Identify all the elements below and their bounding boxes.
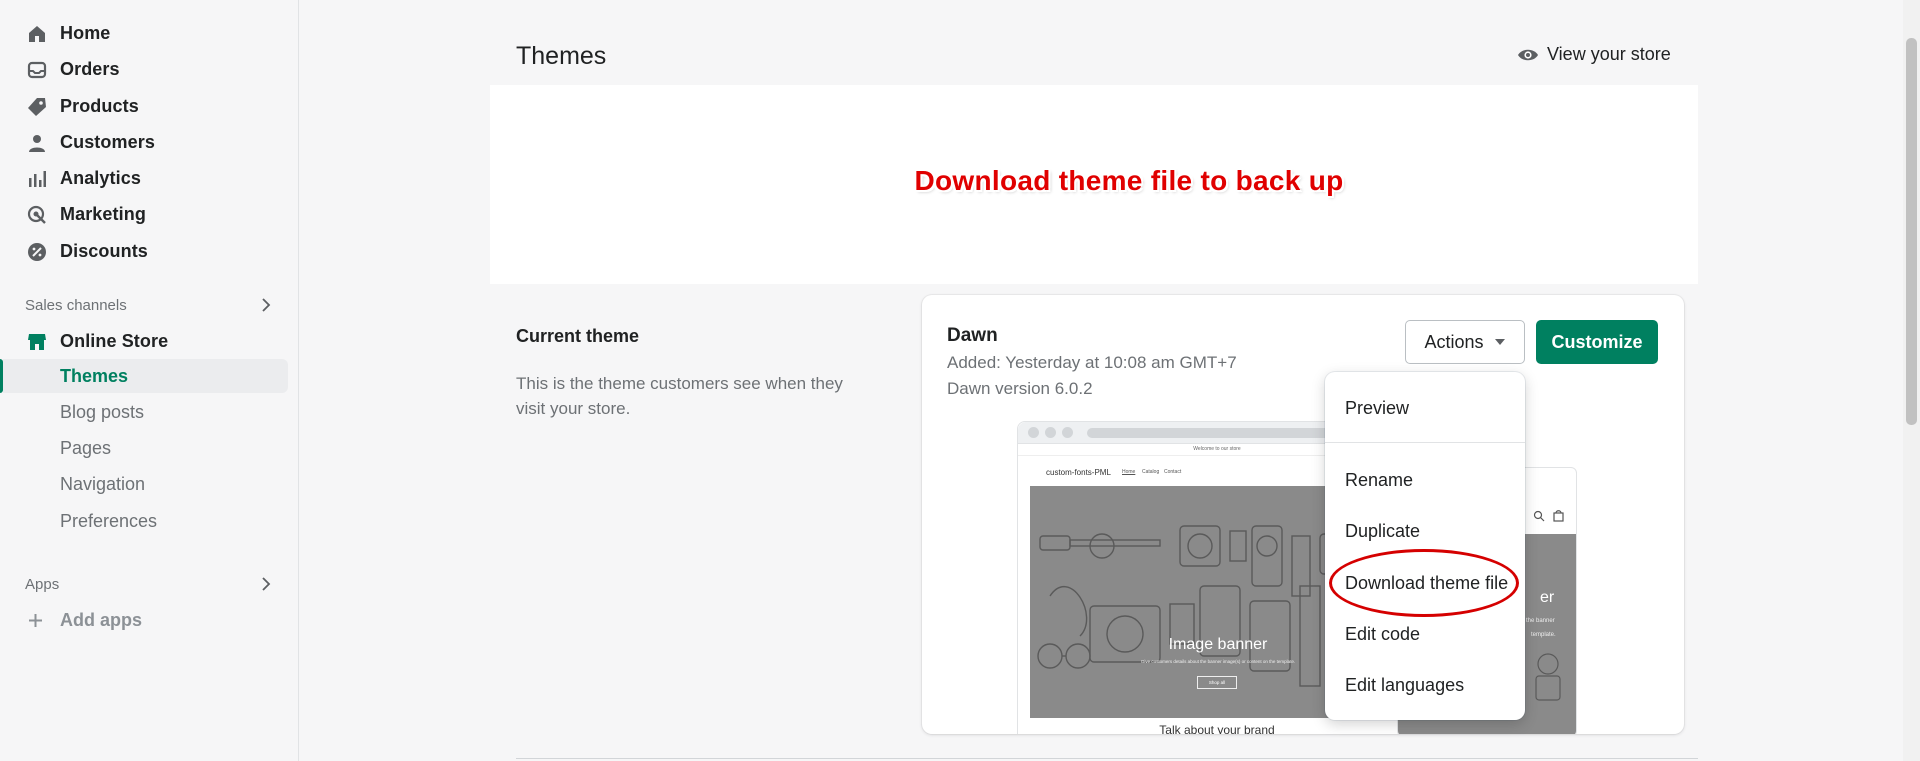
current-theme-description: This is the theme customers see when the… [516, 374, 843, 418]
sidebar-item-label: Preferences [60, 510, 158, 531]
sidebar-item-orders[interactable]: Orders [0, 52, 290, 86]
actions-label: Actions [1424, 331, 1484, 352]
theme-name: Dawn [947, 325, 998, 346]
sidebar-item-analytics[interactable]: Analytics [0, 161, 290, 195]
sidebar-item-themes[interactable]: Themes [3, 359, 288, 393]
sidebar-item-label: Online Store [60, 330, 169, 351]
mobile-banner-sub2: template. [1531, 632, 1556, 638]
person-icon [29, 135, 45, 152]
actions-button[interactable]: Actions [1405, 320, 1525, 364]
sidebar-item-pages[interactable]: Pages [0, 431, 290, 465]
current-theme-title: Current theme [516, 326, 640, 346]
sidebar-item-label: Analytics [60, 167, 141, 188]
cart-icon [1553, 510, 1564, 522]
preview-shop-all-button: Shop all [1197, 676, 1237, 689]
sidebar-item-preferences[interactable]: Preferences [0, 504, 290, 538]
sidebar-item-blog-posts[interactable]: Blog posts [0, 395, 290, 429]
sidebar-item-label: Add apps [60, 609, 143, 630]
sidebar-item-add-apps[interactable]: Add apps [0, 603, 290, 637]
sidebar-item-navigation[interactable]: Navigation [0, 467, 290, 501]
sidebar-item-label: Orders [60, 58, 120, 79]
view-store-link[interactable]: View your store [1517, 44, 1671, 65]
tag-icon [28, 98, 46, 116]
actions-menu: Preview Rename Duplicate Download theme … [1325, 372, 1525, 720]
sidebar-item-label: Navigation [60, 473, 146, 494]
caret-down-icon [1494, 339, 1505, 345]
menu-item-preview[interactable]: Preview [1345, 398, 1409, 419]
sidebar-item-label: Discounts [60, 240, 148, 261]
sidebar-item-products[interactable]: Products [0, 89, 290, 123]
theme-version: Dawn version 6.0.2 [947, 379, 1093, 398]
mobile-banner-sub: the banner [1526, 618, 1555, 624]
sidebar: Home Orders Products Customers Analytics… [0, 0, 299, 761]
preview-store-name: custom-fonts-PML [1046, 468, 1111, 477]
menu-item-edit-code[interactable]: Edit code [1345, 624, 1420, 645]
search-icon [1533, 510, 1545, 522]
view-store-label: View your store [1547, 44, 1671, 64]
sidebar-item-online-store[interactable]: Online Store [0, 324, 290, 358]
preview-brand-text: Talk about your brand [1159, 723, 1275, 734]
menu-item-duplicate[interactable]: Duplicate [1345, 521, 1420, 542]
sidebar-item-home[interactable]: Home [0, 16, 290, 50]
customize-button[interactable]: Customize [1536, 320, 1658, 364]
sidebar-item-label: Blog posts [60, 401, 145, 422]
sidebar-item-customers[interactable]: Customers [0, 125, 290, 159]
window-dot [1028, 427, 1039, 438]
page-title: Themes [516, 42, 607, 70]
mobile-illustration [1535, 653, 1561, 701]
preview-nav-link: Home [1122, 469, 1136, 475]
sidebar-item-label: Products [60, 95, 139, 116]
divider [516, 758, 1698, 759]
apps-label: Apps [25, 576, 60, 593]
sidebar-item-label: Pages [60, 437, 112, 458]
bar-chart-icon [29, 171, 46, 187]
home-icon [29, 26, 45, 42]
store-icon [28, 334, 46, 350]
menu-item-rename[interactable]: Rename [1345, 470, 1413, 491]
chevron-right-icon[interactable] [259, 577, 273, 591]
chevron-right-icon[interactable] [259, 298, 273, 312]
menu-item-edit-languages[interactable]: Edit languages [1345, 675, 1464, 696]
mobile-banner-title: er [1540, 589, 1555, 606]
sidebar-item-discounts[interactable]: Discounts [0, 234, 290, 268]
window-dot [1062, 427, 1073, 438]
annotation-text: Download theme file to back up [914, 165, 1344, 196]
target-icon [27, 205, 46, 224]
window-dot [1045, 427, 1056, 438]
sidebar-item-label: Marketing [60, 203, 146, 224]
plus-icon [29, 614, 42, 627]
eye-icon [1518, 49, 1538, 60]
discount-icon [28, 243, 46, 261]
preview-nav-link: Contact [1164, 469, 1182, 475]
sidebar-item-label: Home [60, 22, 111, 43]
scrollbar-thumb[interactable] [1906, 38, 1917, 425]
sales-channels-label: Sales channels [25, 297, 127, 314]
orders-icon [27, 61, 47, 79]
sidebar-item-marketing[interactable]: Marketing [0, 197, 290, 231]
highlight-oval [1329, 549, 1519, 617]
sidebar-item-label: Customers [60, 131, 155, 152]
theme-added: Added: Yesterday at 10:08 am GMT+7 [947, 353, 1237, 372]
annotation-banner: Download theme file to back up [490, 85, 1698, 284]
sidebar-item-label: Themes [60, 365, 129, 386]
preview-nav-link: Catalog [1142, 469, 1160, 475]
theme-card: Dawn Added: Yesterday at 10:08 am GMT+7 … [922, 295, 1684, 734]
menu-divider [1325, 442, 1525, 443]
